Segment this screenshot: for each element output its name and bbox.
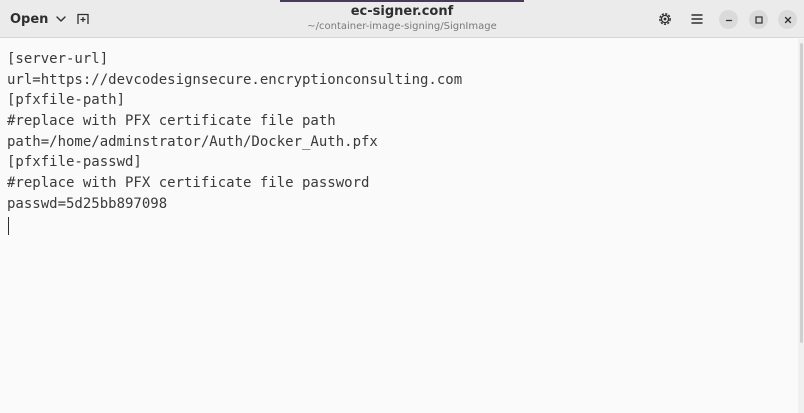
text-editor-window: Open ec-signer.conf ~/container-image-si… <box>0 0 804 413</box>
new-document-button[interactable] <box>70 6 96 32</box>
close-icon <box>784 16 791 23</box>
minimize-icon <box>725 19 732 21</box>
vertical-scrollbar[interactable] <box>798 39 804 413</box>
title-area: ec-signer.conf ~/container-image-signing… <box>0 4 804 33</box>
scrollbar-thumb[interactable] <box>800 43 803 343</box>
header-bar: Open ec-signer.conf ~/container-image-si… <box>0 0 804 38</box>
editor-line[interactable]: url=https://devcodesignsecure.encryption… <box>7 70 798 91</box>
open-button-label: Open <box>10 11 49 27</box>
editor-line[interactable]: #replace with PFX certificate file passw… <box>7 173 798 194</box>
open-button[interactable]: Open <box>6 6 74 32</box>
hamburger-menu-icon <box>691 14 703 24</box>
settings-button[interactable] <box>654 8 676 30</box>
maximize-button[interactable] <box>749 10 768 29</box>
editor-line[interactable]: passwd=5d25bb897098 <box>7 194 798 215</box>
text-editor-area[interactable]: [server-url] url=https://devcodesignsecu… <box>0 39 798 413</box>
editor-line[interactable]: #replace with PFX certificate file path <box>7 111 798 132</box>
chevron-down-icon <box>56 16 67 22</box>
new-document-icon <box>77 13 89 24</box>
text-cursor <box>8 216 9 235</box>
editor-line[interactable]: [pfxfile-path] <box>7 90 798 111</box>
gear-icon <box>659 13 671 25</box>
editor-line[interactable]: [server-url] <box>7 49 798 70</box>
close-button[interactable] <box>778 10 797 29</box>
editor-line[interactable]: path=/home/adminstrator/Auth/Docker_Auth… <box>7 132 798 153</box>
editor-line[interactable]: [pfxfile-passwd] <box>7 152 798 173</box>
main-menu-button[interactable] <box>686 8 708 30</box>
title-accent-bar <box>280 0 524 2</box>
minimize-button[interactable] <box>719 10 738 29</box>
window-title: ec-signer.conf <box>350 4 454 19</box>
file-path-subtitle: ~/container-image-signing/SignImage <box>307 21 497 32</box>
maximize-icon <box>754 15 763 24</box>
